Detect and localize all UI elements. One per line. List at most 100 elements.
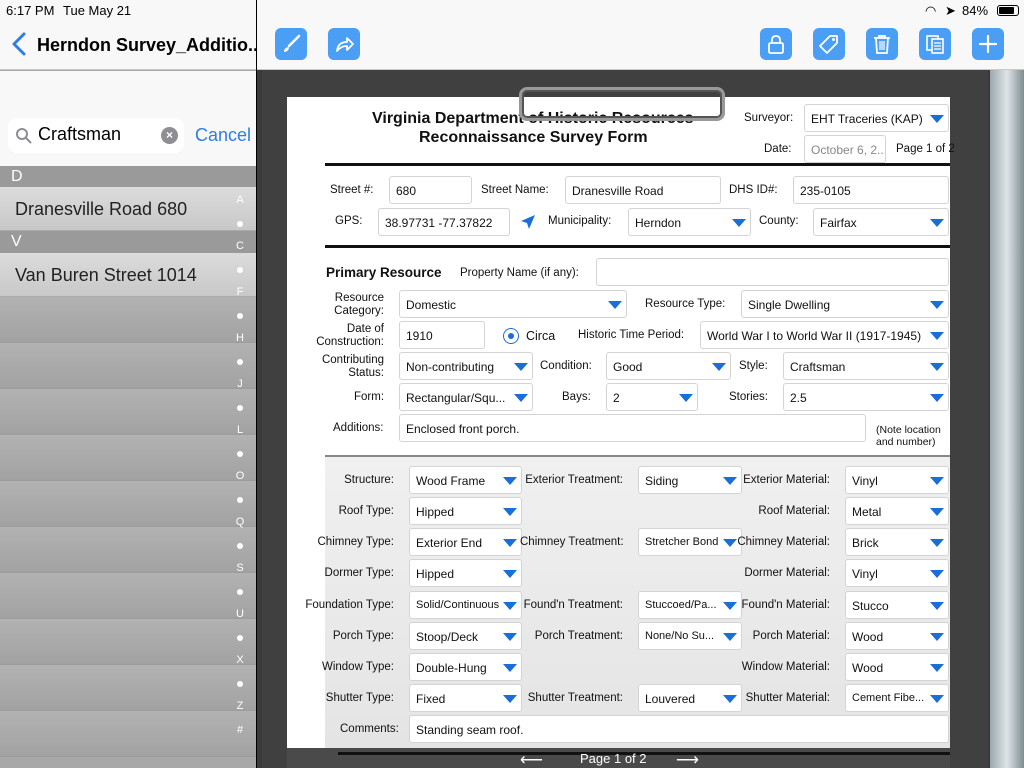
chimney-material-select[interactable]: Brick [845,528,949,556]
style-value: Craftsman [790,360,846,374]
surveyor-select[interactable]: EHT Traceries (KAP) [804,104,949,132]
back-chevron-icon[interactable] [10,31,28,57]
condition-select[interactable]: Good [606,352,731,380]
index-dot[interactable] [237,313,243,319]
battery-level: 84% [962,3,989,18]
clear-search-icon[interactable]: × [161,127,178,144]
structure-select[interactable]: Wood Frame [409,466,522,494]
form-type-select[interactable]: Rectangular/Squ... [399,383,533,411]
index-dot[interactable] [237,497,243,503]
historic-period-select[interactable]: World War I to World War II (1917-1945) [700,321,949,349]
index-dot[interactable] [237,681,243,687]
dormer-type-select[interactable]: Hipped [409,559,522,587]
comments-field[interactable]: Standing seam roof. [409,715,949,743]
chimney-treatment-label: Chimney Treatment: [520,536,624,548]
index-letter[interactable]: L [232,424,248,436]
index-letter[interactable]: U [232,608,248,620]
chevron-down-icon [926,560,948,586]
index-letter[interactable]: F [232,286,248,298]
roof-type-select[interactable]: Hipped [409,497,522,525]
index-letter[interactable]: # [232,724,248,736]
index-dot[interactable] [237,405,243,411]
add-button[interactable] [972,28,1004,60]
index-dot[interactable] [237,221,243,227]
index-dot[interactable] [237,451,243,457]
exterior-material-select[interactable]: Vinyl [845,466,949,494]
foundation-material-select[interactable]: Stucco [845,591,949,619]
circa-radio[interactable] [503,328,519,344]
index-dot[interactable] [237,543,243,549]
property-name-field[interactable] [596,258,949,286]
index-dot[interactable] [237,589,243,595]
chevron-down-icon [926,384,948,410]
resource-type-select[interactable]: Single Dwelling [741,290,949,318]
shutter-type-select[interactable]: Fixed [409,684,522,712]
trash-button[interactable] [866,28,898,60]
search-input[interactable]: Craftsman × [8,118,184,153]
date-construction-field[interactable]: 1910 [399,321,485,349]
window-material-select[interactable]: Wood [845,653,949,681]
list-item[interactable]: Van Buren Street 1014 [0,253,256,297]
brush-button[interactable] [275,28,307,60]
additions-field[interactable]: Enclosed front porch. [399,414,866,442]
street-name-field[interactable]: Dranesville Road [565,176,721,204]
next-page-arrow-icon[interactable]: ⟶ [676,750,699,768]
index-letter[interactable]: J [232,378,248,390]
index-letter[interactable]: S [232,562,248,574]
chevron-down-icon [499,654,521,680]
clipboard-clip [519,87,725,121]
porch-treatment-select[interactable]: None/No Su... [638,622,742,650]
foundation-treatment-select[interactable]: Stuccoed/Pa... [638,591,742,619]
index-dot[interactable] [237,359,243,365]
porch-type-select[interactable]: Stoop/Deck [409,622,522,650]
foundation-type-select[interactable]: Solid/Continuous [409,591,522,619]
street-number-field[interactable]: 680 [389,176,472,204]
gps-field[interactable]: 38.97731 -77.37822 [378,208,510,236]
porch-material-select[interactable]: Wood [845,622,949,650]
contributing-status-select[interactable]: Non-contributing [399,352,533,380]
chimney-type-select[interactable]: Exterior End [409,528,522,556]
index-letter[interactable]: Z [232,700,248,712]
index-letter[interactable]: X [232,654,248,666]
previous-page-arrow-icon[interactable]: ⟵ [520,750,543,768]
cancel-button[interactable]: Cancel [195,125,251,146]
exterior-treatment-select[interactable]: Siding [638,466,742,494]
window-type-select[interactable]: Double-Hung [409,653,522,681]
style-label: Style: [739,360,768,372]
contributing-status-label: Contributing Status: [321,354,384,379]
copy-button[interactable] [919,28,951,60]
style-select[interactable]: Craftsman [783,352,949,380]
resource-category-select[interactable]: Domestic [399,290,627,318]
empty-row [0,297,256,343]
dormer-material-select[interactable]: Vinyl [845,559,949,587]
dhs-id-field[interactable]: 235-0105 [793,176,949,204]
chimney-treatment-select[interactable]: Stretcher Bond [638,528,742,556]
date-field[interactable]: October 6, 2... [804,135,886,163]
index-letter[interactable]: A [232,194,248,206]
wifi-icon: ◠ [925,3,937,18]
shutter-treatment-select[interactable]: Louvered [638,684,742,712]
list-item[interactable]: Dranesville Road 680 [0,187,256,231]
index-letter[interactable]: Q [232,516,248,528]
index-dot[interactable] [237,267,243,273]
chevron-down-icon [926,209,948,235]
resource-category-value: Domestic [406,298,457,312]
municipality-select[interactable]: Herndon [628,208,751,236]
share-button[interactable] [328,28,360,60]
bays-select[interactable]: 2 [606,383,698,411]
location-arrow-icon[interactable] [519,213,537,231]
index-dot[interactable] [237,635,243,641]
tag-button[interactable] [813,28,845,60]
stories-label: Stories: [729,391,768,403]
index-letter[interactable]: C [232,240,248,252]
lock-button[interactable] [760,28,792,60]
shutter-material-select[interactable]: Cement Fibe... [845,684,949,712]
chevron-down-icon [499,685,521,711]
roof-material-select[interactable]: Metal [845,497,949,525]
shutter-material-label: Shutter Material: [745,692,830,704]
county-value: Fairfax [820,216,857,230]
county-select[interactable]: Fairfax [813,208,949,236]
index-letter[interactable]: O [232,470,248,482]
index-letter[interactable]: H [232,332,248,344]
stories-select[interactable]: 2.5 [783,383,949,411]
